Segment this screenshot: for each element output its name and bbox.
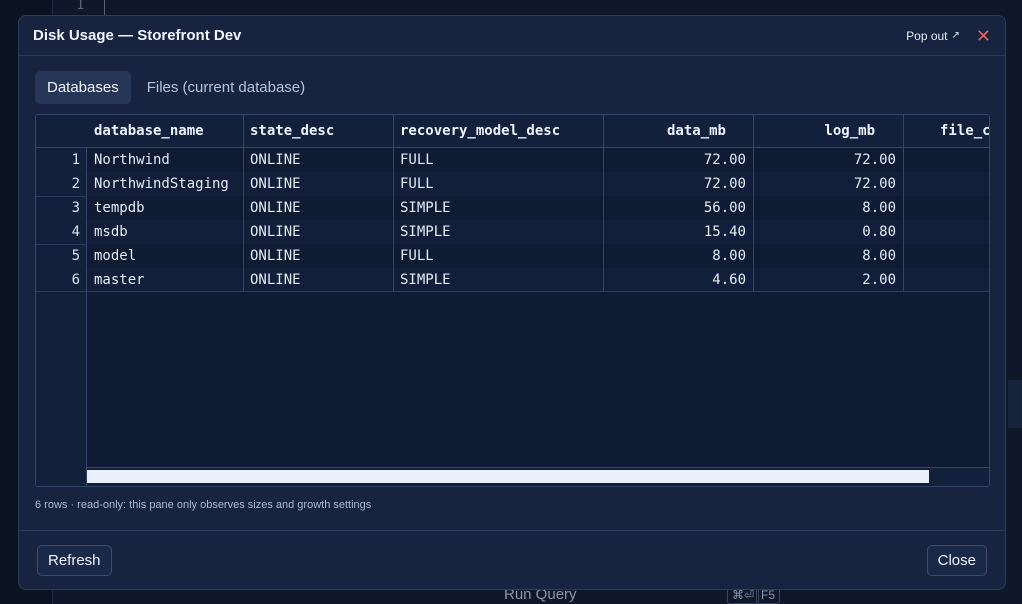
cell-state-desc[interactable]: ONLINE	[243, 196, 393, 220]
cell-database-name[interactable]: tempdb	[87, 196, 243, 220]
refresh-button[interactable]: Refresh	[37, 545, 112, 576]
cell-state-desc[interactable]: ONLINE	[243, 268, 393, 292]
disk-usage-dialog: Disk Usage — Storefront Dev Pop out ↗ ✕ …	[18, 15, 1006, 590]
popout-button[interactable]: Pop out ↗	[906, 29, 960, 43]
cell-recovery-model[interactable]: FULL	[393, 172, 603, 196]
cell-state-desc[interactable]: ONLINE	[243, 220, 393, 244]
cell-recovery-model[interactable]: SIMPLE	[393, 220, 603, 244]
grid-data-bottom-border	[36, 291, 989, 292]
row-number: 5	[71, 248, 80, 264]
status-text: 6 rows · read-only: this pane only obser…	[35, 499, 372, 511]
cell-data-mb[interactable]: 72.00	[603, 172, 753, 196]
cell-recovery-model[interactable]: FULL	[393, 148, 603, 172]
dialog-header: Disk Usage — Storefront Dev Pop out ↗ ✕	[19, 16, 1005, 56]
row-number: 1	[71, 152, 80, 168]
column-header-recovery-model-desc[interactable]: recovery_model_desc	[393, 115, 603, 148]
cell-state-desc[interactable]: ONLINE	[243, 172, 393, 196]
tab-databases[interactable]: Databases	[35, 71, 131, 104]
row-number: 2	[71, 176, 80, 192]
column-divider	[393, 115, 394, 292]
cell-data-mb[interactable]: 4.60	[603, 268, 753, 292]
arrow-up-right-icon: ↗	[951, 30, 960, 41]
cell-data-mb[interactable]: 56.00	[603, 196, 753, 220]
column-divider	[903, 115, 904, 292]
close-icon[interactable]: ✕	[976, 27, 991, 45]
column-header-database-name[interactable]: database_name	[87, 115, 243, 148]
cell-data-mb[interactable]: 15.40	[603, 220, 753, 244]
cell-file-count[interactable]	[903, 172, 989, 196]
row-number: 3	[71, 200, 80, 216]
cell-database-name[interactable]: msdb	[87, 220, 243, 244]
cell-data-mb[interactable]: 72.00	[603, 148, 753, 172]
cell-recovery-model[interactable]: SIMPLE	[393, 268, 603, 292]
cell-file-count[interactable]	[903, 244, 989, 268]
cell-log-mb[interactable]: 2.00	[753, 268, 903, 292]
cell-log-mb[interactable]: 8.00	[753, 244, 903, 268]
dialog-title: Disk Usage — Storefront Dev	[33, 27, 242, 44]
cell-database-name[interactable]: model	[87, 244, 243, 268]
column-header-data-mb[interactable]: data_mb	[603, 115, 753, 148]
close-button[interactable]: Close	[926, 545, 987, 576]
column-divider	[603, 115, 604, 292]
cell-file-count[interactable]	[903, 148, 989, 172]
footer-divider	[19, 530, 1005, 531]
cell-database-name[interactable]: NorthwindStaging	[87, 172, 243, 196]
editor-line-number: 1	[76, 0, 85, 13]
cell-database-name[interactable]: master	[87, 268, 243, 292]
cell-recovery-model[interactable]: FULL	[393, 244, 603, 268]
horizontal-scrollbar-thumb[interactable]	[87, 470, 929, 483]
column-header-file-count[interactable]: file_c	[903, 115, 989, 148]
cell-state-desc[interactable]: ONLINE	[243, 244, 393, 268]
column-header-state-desc[interactable]: state_desc	[243, 115, 393, 148]
column-divider	[753, 115, 754, 292]
column-header-log-mb[interactable]: log_mb	[753, 115, 903, 148]
cell-file-count[interactable]	[903, 268, 989, 292]
cell-log-mb[interactable]: 0.80	[753, 220, 903, 244]
side-panel-edge	[1008, 380, 1022, 428]
tab-files-current-database[interactable]: Files (current database)	[135, 71, 317, 104]
editor-caret	[104, 0, 105, 16]
cell-log-mb[interactable]: 8.00	[753, 196, 903, 220]
cell-state-desc[interactable]: ONLINE	[243, 148, 393, 172]
results-grid[interactable]: database_name state_desc recovery_model_…	[35, 114, 990, 487]
row-number: 4	[71, 224, 80, 240]
cell-file-count[interactable]	[903, 196, 989, 220]
cell-data-mb[interactable]: 8.00	[603, 244, 753, 268]
row-number: 6	[71, 272, 80, 288]
cell-log-mb[interactable]: 72.00	[753, 148, 903, 172]
popout-label: Pop out	[906, 28, 948, 43]
tab-bar: Databases Files (current database)	[35, 71, 317, 104]
cell-recovery-model[interactable]: SIMPLE	[393, 196, 603, 220]
cell-database-name[interactable]: Northwind	[87, 148, 243, 172]
column-divider	[243, 115, 244, 292]
cell-log-mb[interactable]: 72.00	[753, 172, 903, 196]
cell-file-count[interactable]	[903, 220, 989, 244]
